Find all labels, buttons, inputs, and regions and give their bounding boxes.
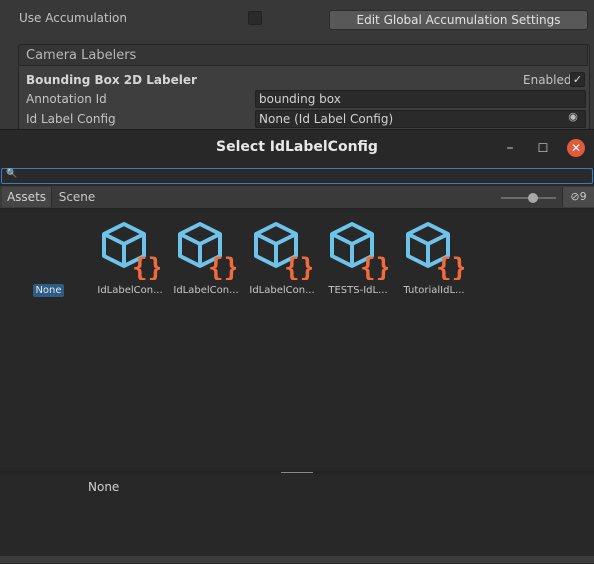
tab-scene[interactable]: Scene — [54, 187, 100, 207]
none-item[interactable]: None — [33, 284, 64, 297]
minimize-icon[interactable]: – — [502, 140, 518, 156]
zoom-slider-thumb[interactable] — [528, 193, 538, 203]
enabled-label: Enabled — [523, 73, 572, 87]
edit-global-accumulation-button[interactable]: Edit Global Accumulation Settings — [329, 10, 588, 30]
asset-label: IdLabelCon... — [173, 285, 239, 296]
labeler-title: Bounding Box 2D Labeler — [26, 73, 197, 87]
svg-text:{}: {} — [284, 253, 312, 280]
svg-text:{}: {} — [208, 253, 236, 280]
asset-label: IdLabelCon... — [97, 285, 163, 296]
object-picker-icon[interactable]: ◉ — [567, 111, 579, 123]
config-asset-icon: {} — [254, 222, 312, 280]
tab-assets[interactable]: Assets — [2, 187, 52, 207]
preview-text: None — [88, 480, 120, 494]
asset-item[interactable]: {} TutorialIdL... — [398, 220, 470, 300]
asset-item[interactable]: {} IdLabelCon... — [94, 220, 166, 300]
id-label-config-field[interactable]: None (Id Label Config) — [255, 110, 586, 128]
use-accumulation-checkbox[interactable] — [248, 11, 262, 25]
asset-label: IdLabelCon... — [249, 285, 315, 296]
close-icon[interactable]: ✕ — [567, 139, 585, 157]
annotation-id-field[interactable]: bounding box — [255, 90, 586, 108]
camera-labelers-title: Camera Labelers — [26, 48, 137, 63]
config-asset-icon: {} — [178, 222, 236, 280]
search-icon: 🔍 — [6, 169, 18, 179]
id-label-config-label: Id Label Config — [26, 112, 116, 126]
maximize-icon[interactable]: ☐ — [535, 140, 551, 156]
hidden-packages-toggle[interactable]: ⊘9 — [562, 187, 594, 207]
svg-text:{}: {} — [360, 253, 388, 280]
use-accumulation-label: Use Accumulation — [19, 11, 127, 25]
hidden-count: 9 — [579, 190, 587, 203]
svg-text:{}: {} — [436, 253, 464, 280]
annotation-id-label: Annotation Id — [26, 92, 107, 106]
config-asset-icon: {} — [330, 222, 388, 280]
asset-item[interactable]: {} IdLabelCon... — [246, 220, 318, 300]
config-asset-icon: {} — [102, 222, 160, 280]
svg-text:{}: {} — [132, 253, 160, 280]
enabled-checkbox[interactable]: ✓ — [570, 72, 585, 87]
asset-label: TutorialIdL... — [403, 285, 465, 296]
eye-slash-icon: ⊘ — [570, 190, 580, 203]
bottom-strip — [0, 556, 594, 563]
asset-item[interactable]: {} IdLabelCon... — [170, 220, 242, 300]
asset-item[interactable]: {} TESTS-IdL... — [322, 220, 394, 300]
search-input[interactable] — [1, 168, 593, 184]
config-asset-icon: {} — [406, 222, 464, 280]
asset-label: TESTS-IdL... — [328, 285, 388, 296]
